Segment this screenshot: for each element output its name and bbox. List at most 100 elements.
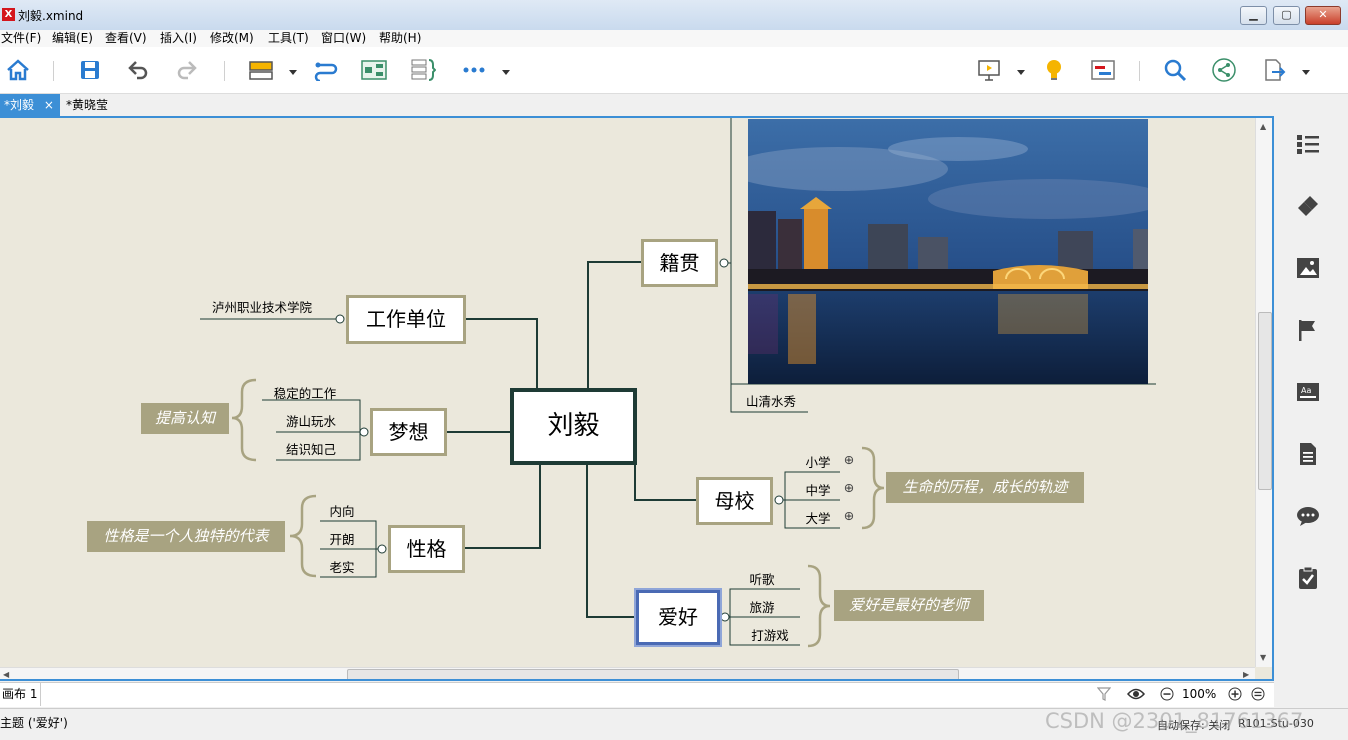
landscape-image[interactable] [748, 119, 1148, 384]
share-icon[interactable] [1210, 56, 1238, 84]
horizontal-scroll-thumb[interactable] [347, 669, 959, 679]
toolbar [0, 47, 1348, 94]
sheet-bar: 画布 1 100% [0, 682, 1274, 707]
expand-plus-icon[interactable]: ⊕ [842, 508, 856, 523]
subtopic-dream-2[interactable]: 游山玩水 [276, 411, 346, 430]
subtopic-dream-1[interactable]: 稳定的工作 [262, 383, 348, 402]
menu-modify[interactable]: 修改(M) [210, 30, 254, 47]
vertical-scrollbar[interactable]: ▲ ▼ [1255, 118, 1272, 667]
eye-icon[interactable] [1126, 687, 1146, 704]
redo-icon[interactable] [173, 56, 201, 84]
chevron-down-icon[interactable] [1302, 65, 1310, 75]
more-icon[interactable] [460, 56, 488, 84]
relationship-icon[interactable] [312, 56, 340, 84]
notes-icon[interactable] [1294, 440, 1322, 468]
brainstorm-lightbulb-icon[interactable] [1040, 56, 1068, 84]
subtopic-personality-3[interactable]: 老实 [320, 557, 364, 576]
insert-topic-icon[interactable] [247, 56, 275, 84]
text-style-icon[interactable]: Aa [1294, 378, 1322, 406]
scroll-left-icon[interactable]: ◀ [3, 670, 9, 679]
minimize-button[interactable]: ▁ [1240, 6, 1267, 25]
scroll-down-icon[interactable]: ▼ [1260, 653, 1266, 662]
summary-hobby[interactable]: 爱好是最好的老师 [834, 590, 984, 621]
menu-tools[interactable]: 工具(T) [268, 30, 309, 47]
close-button[interactable]: ✕ [1305, 6, 1341, 25]
menu-file[interactable]: 文件(F) [1, 30, 41, 47]
subtopic-school-2[interactable]: 中学 [796, 480, 840, 499]
toolbar-separator [53, 61, 54, 81]
subtopic-hobby-2[interactable]: 旅游 [740, 597, 784, 616]
horizontal-scrollbar[interactable]: ◀ ▶ [0, 667, 1255, 679]
toolbar-separator [1139, 61, 1140, 81]
expand-plus-icon[interactable]: ⊕ [842, 452, 856, 467]
close-icon[interactable]: × [44, 98, 54, 112]
summary-personality[interactable]: 性格是一个人独特的代表 [87, 521, 285, 552]
chevron-down-icon[interactable] [502, 65, 510, 75]
tab-huangxiaoying[interactable]: *黄晓莹 [62, 94, 112, 116]
image-icon[interactable] [1294, 254, 1322, 282]
subtopic-dream-3[interactable]: 结识知己 [276, 439, 346, 458]
svg-text:Aa: Aa [1301, 386, 1311, 395]
central-topic[interactable]: 刘毅 [510, 388, 637, 465]
topic-personality[interactable]: 性格 [388, 525, 465, 573]
watermark: CSDN @2301_81761367 [1045, 709, 1304, 733]
task-clipboard-icon[interactable] [1294, 564, 1322, 592]
window-title: 刘毅.xmind [18, 9, 84, 23]
mind-map: 刘毅 籍贯 工作单位 梦想 性格 母校 爱好 山清水秀 泸州职业技术学院 稳定的… [0, 118, 1272, 679]
zoom-out-icon[interactable] [1160, 687, 1174, 704]
summary-dream[interactable]: 提高认知 [141, 403, 229, 434]
search-icon[interactable] [1161, 56, 1189, 84]
topic-school[interactable]: 母校 [696, 477, 773, 525]
marker-flag-icon[interactable] [1294, 316, 1322, 344]
maximize-button[interactable]: ▢ [1273, 6, 1300, 25]
subtopic-school-3[interactable]: 大学 [796, 508, 840, 527]
menu-window[interactable]: 窗口(W) [321, 30, 366, 47]
save-icon[interactable] [76, 56, 104, 84]
chevron-down-icon[interactable] [1017, 65, 1025, 75]
home-icon[interactable] [4, 56, 32, 84]
title-bar: X 刘毅.xmind ▁ ▢ ✕ [0, 0, 1348, 31]
subtopic-personality-1[interactable]: 内向 [320, 501, 364, 520]
mind-map-canvas[interactable]: 刘毅 籍贯 工作单位 梦想 性格 母校 爱好 山清水秀 泸州职业技术学院 稳定的… [0, 116, 1274, 681]
topic-jiguan[interactable]: 籍贯 [641, 239, 718, 287]
zoom-level[interactable]: 100% [1182, 687, 1216, 701]
vertical-scroll-thumb[interactable] [1258, 312, 1272, 490]
scroll-right-icon[interactable]: ▶ [1243, 670, 1249, 679]
boundary-icon[interactable] [360, 56, 388, 84]
comments-icon[interactable] [1294, 502, 1322, 530]
toolbar-separator [224, 61, 225, 81]
undo-icon[interactable] [124, 56, 152, 84]
scroll-up-icon[interactable]: ▲ [1260, 122, 1266, 131]
expand-plus-icon[interactable]: ⊕ [842, 480, 856, 495]
menu-help[interactable]: 帮助(H) [379, 30, 421, 47]
fit-map-icon[interactable] [1251, 687, 1265, 704]
subtopic-work-unit[interactable]: 泸州职业技术学院 [200, 297, 324, 316]
menu-insert[interactable]: 插入(I) [160, 30, 197, 47]
zoom-in-icon[interactable] [1228, 687, 1242, 704]
topic-work[interactable]: 工作单位 [346, 295, 466, 344]
format-brush-icon[interactable] [1294, 192, 1322, 220]
subtopic-personality-2[interactable]: 开朗 [320, 529, 364, 548]
sheet-tab[interactable]: 画布 1 [0, 683, 41, 706]
gantt-icon[interactable] [1089, 56, 1117, 84]
summary-school[interactable]: 生命的历程，成长的轨迹 [886, 472, 1084, 503]
outline-icon[interactable] [1294, 130, 1322, 158]
menu-bar: 文件(F) 编辑(E) 查看(V) 插入(I) 修改(M) 工具(T) 窗口(W… [0, 30, 1348, 47]
xmind-app-icon: X [2, 8, 15, 21]
editor-tab-bar: *刘毅 × *黄晓莹 [0, 94, 1348, 116]
subtopic-hobby-3[interactable]: 打游戏 [740, 625, 800, 644]
chevron-down-icon[interactable] [289, 65, 297, 75]
topic-hobby-selected[interactable]: 爱好 [636, 590, 720, 645]
subtopic-image-caption[interactable]: 山清水秀 [731, 391, 811, 410]
summary-icon[interactable] [409, 56, 437, 84]
tab-liuyi[interactable]: *刘毅 × [0, 94, 60, 116]
menu-edit[interactable]: 编辑(E) [52, 30, 93, 47]
menu-view[interactable]: 查看(V) [105, 30, 147, 47]
presentation-icon[interactable] [975, 56, 1003, 84]
right-side-panel: Aa [1274, 116, 1348, 681]
subtopic-hobby-1[interactable]: 听歌 [740, 569, 784, 588]
filter-icon[interactable] [1096, 687, 1112, 704]
topic-dream[interactable]: 梦想 [370, 408, 447, 456]
subtopic-school-1[interactable]: 小学 [796, 452, 840, 471]
export-icon[interactable] [1260, 56, 1288, 84]
